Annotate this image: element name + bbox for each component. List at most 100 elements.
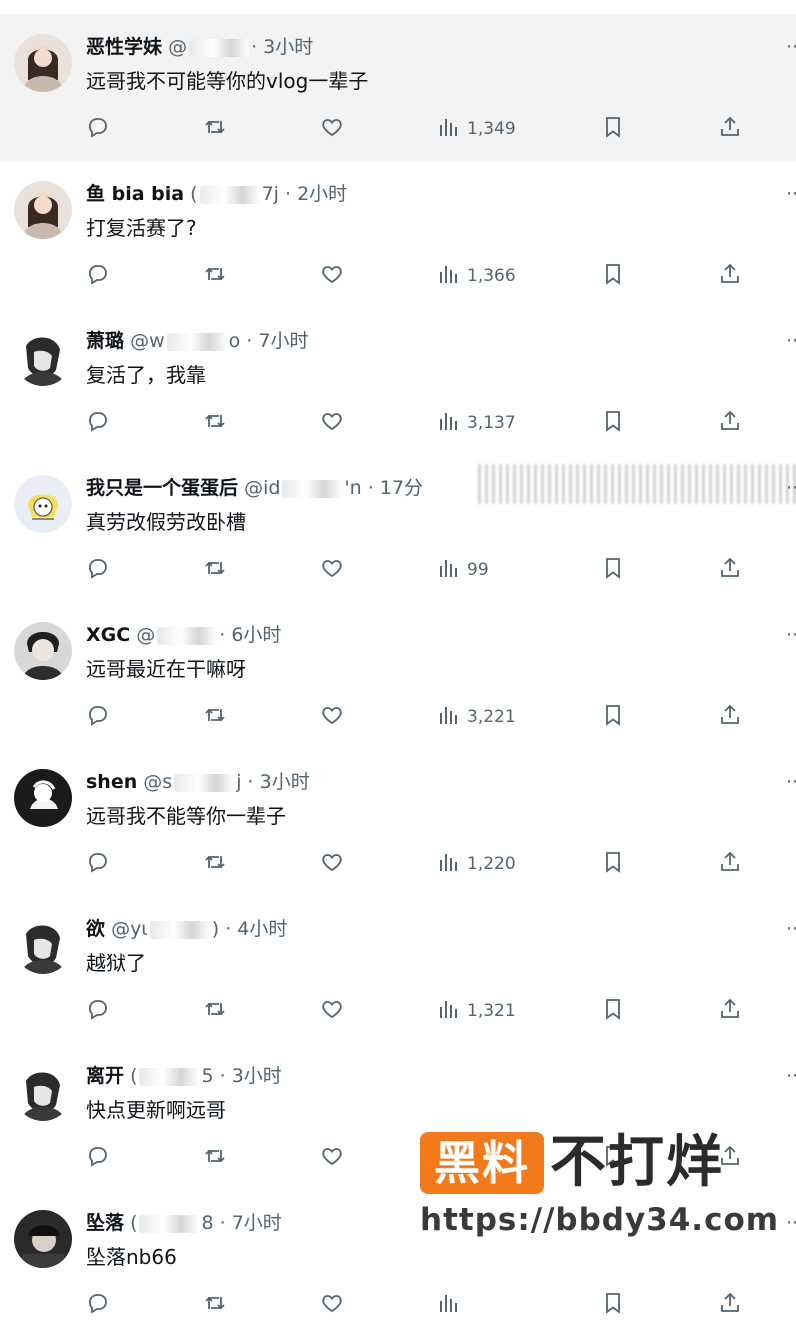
tweet-reply[interactable]: XGC @ · 6小时 ⋯ 远哥最近在干嘛呀 3,221 [0, 602, 796, 749]
retweet-button[interactable] [203, 847, 227, 881]
post-time[interactable]: · 3小时 [251, 36, 313, 58]
share-button[interactable] [718, 553, 742, 587]
retweet-button[interactable] [203, 1141, 227, 1175]
bookmark-button[interactable] [601, 994, 625, 1028]
retweet-button[interactable] [203, 700, 227, 734]
post-time[interactable]: j · 3小时 [236, 771, 310, 793]
author-name[interactable]: 我只是一个蛋蛋后 [86, 477, 238, 499]
reply-button[interactable] [86, 994, 110, 1028]
author-name[interactable]: 萧璐 [86, 330, 124, 352]
more-options-icon[interactable]: ⋯ [786, 1065, 796, 1089]
like-button[interactable] [320, 553, 344, 587]
share-button[interactable] [718, 847, 742, 881]
share-button[interactable] [718, 259, 742, 293]
like-button[interactable] [320, 994, 344, 1028]
author-name[interactable]: XGC [86, 624, 130, 646]
more-options-icon[interactable]: ⋯ [786, 36, 796, 60]
views-button[interactable] [437, 1288, 467, 1322]
tweet-reply[interactable]: 鱼 bia bia (7j · 2小时 ⋯ 打复活赛了? 1,366 [0, 161, 796, 308]
views-button[interactable]: 3,137 [437, 406, 516, 440]
author-name[interactable]: 坠落 [86, 1212, 124, 1234]
like-button[interactable] [320, 406, 344, 440]
bookmark-button[interactable] [601, 553, 625, 587]
avatar-girl-photo[interactable] [14, 181, 72, 239]
like-button[interactable] [320, 847, 344, 881]
author-handle[interactable]: @ [136, 624, 155, 646]
bookmark-button[interactable] [601, 847, 625, 881]
post-time[interactable]: o · 7小时 [229, 330, 309, 352]
views-button[interactable]: 1,366 [437, 259, 516, 293]
avatar-anime-dark[interactable] [14, 328, 72, 386]
more-options-icon[interactable]: ⋯ [786, 1212, 796, 1236]
bookmark-button[interactable] [601, 700, 625, 734]
avatar-cartoon-yellow[interactable] [14, 475, 72, 533]
more-options-icon[interactable]: ⋯ [786, 624, 796, 648]
reply-button[interactable] [86, 553, 110, 587]
retweet-button[interactable] [203, 553, 227, 587]
avatar-sketch[interactable] [14, 769, 72, 827]
author-name[interactable]: 欲 [86, 918, 105, 940]
author-name[interactable]: 恶性学妹 [86, 36, 162, 58]
author-name[interactable]: shen [86, 771, 137, 793]
like-button[interactable] [320, 112, 344, 146]
avatar-anime-dark[interactable] [14, 916, 72, 974]
like-button[interactable] [320, 1141, 344, 1175]
share-button[interactable] [718, 406, 742, 440]
retweet-button[interactable] [203, 406, 227, 440]
views-button[interactable]: 99 [437, 553, 489, 587]
post-time[interactable]: 7j · 2小时 [262, 183, 348, 205]
reply-button[interactable] [86, 259, 110, 293]
author-handle[interactable]: @id [244, 477, 280, 499]
post-time[interactable]: 'n · 17分 [344, 477, 423, 499]
share-button[interactable] [718, 994, 742, 1028]
tweet-reply[interactable]: 萧璐 @w o · 7小时 ⋯ 复活了，我靠 3,137 [0, 308, 796, 455]
views-button[interactable]: 1,349 [437, 112, 516, 146]
share-button[interactable] [718, 700, 742, 734]
post-time[interactable]: 5 · 3小时 [201, 1065, 281, 1087]
more-options-icon[interactable]: ⋯ [786, 771, 796, 795]
like-button[interactable] [320, 259, 344, 293]
author-name[interactable]: 鱼 bia bia [86, 183, 184, 205]
post-time[interactable]: ) · 4小时 [212, 918, 288, 940]
author-handle[interactable]: @ [168, 36, 187, 58]
reply-button[interactable] [86, 112, 110, 146]
share-button[interactable] [718, 112, 742, 146]
author-handle[interactable]: ( [190, 183, 197, 205]
bookmark-button[interactable] [601, 112, 625, 146]
like-button[interactable] [320, 1288, 344, 1322]
retweet-button[interactable] [203, 1288, 227, 1322]
more-options-icon[interactable]: ⋯ [786, 918, 796, 942]
more-options-icon[interactable]: ⋯ [786, 330, 796, 354]
tweet-reply[interactable]: 欲 @yι) · 4小时 ⋯ 越狱了 1,321 [0, 896, 796, 1043]
views-button[interactable]: 1,321 [437, 994, 516, 1028]
retweet-button[interactable] [203, 994, 227, 1028]
reply-button[interactable] [86, 1288, 110, 1322]
avatar-boy-photo[interactable] [14, 622, 72, 680]
reply-button[interactable] [86, 847, 110, 881]
tweet-reply[interactable]: 恶性学妹 @ · 3小时 ⋯ 远哥我不可能等你的vlog一辈子 1,349 [0, 14, 796, 161]
author-handle[interactable]: @w [130, 330, 165, 352]
retweet-button[interactable] [203, 259, 227, 293]
author-handle[interactable]: @s [143, 771, 172, 793]
retweet-button[interactable] [203, 112, 227, 146]
author-handle[interactable]: ( [130, 1212, 137, 1234]
bookmark-button[interactable] [601, 1288, 625, 1322]
share-button[interactable] [718, 1288, 742, 1322]
post-time[interactable]: 8 · 7小时 [201, 1212, 281, 1234]
more-options-icon[interactable]: ⋯ [786, 183, 796, 207]
views-button[interactable]: 3,221 [437, 700, 516, 734]
reply-button[interactable] [86, 406, 110, 440]
author-name[interactable]: 离开 [86, 1065, 124, 1087]
avatar-girl-photo[interactable] [14, 34, 72, 92]
avatar-photo-dark[interactable] [14, 1210, 72, 1268]
avatar-anime-dark[interactable] [14, 1063, 72, 1121]
reply-button[interactable] [86, 1141, 110, 1175]
bookmark-button[interactable] [601, 259, 625, 293]
bookmark-button[interactable] [601, 406, 625, 440]
reply-button[interactable] [86, 700, 110, 734]
author-handle[interactable]: @yι [111, 918, 148, 940]
post-time[interactable]: · 6小时 [219, 624, 281, 646]
views-button[interactable]: 1,220 [437, 847, 516, 881]
like-button[interactable] [320, 700, 344, 734]
tweet-reply[interactable]: shen @s j · 3小时 ⋯ 远哥我不能等你一辈子 1,220 [0, 749, 796, 896]
